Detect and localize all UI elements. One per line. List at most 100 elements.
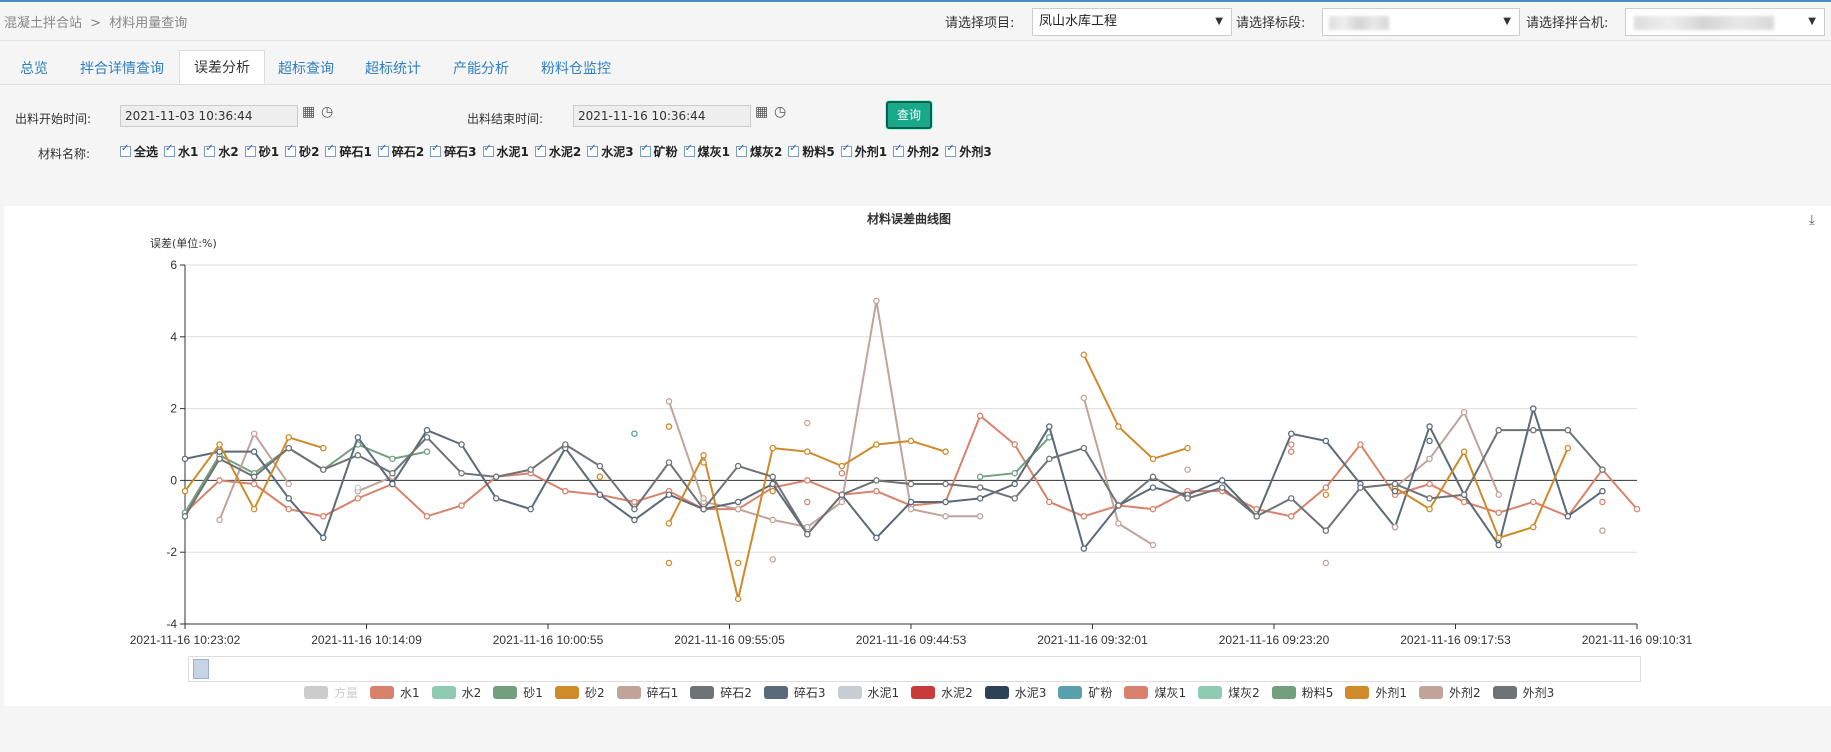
- legend-item[interactable]: 水泥2: [911, 684, 973, 701]
- data-point: [873, 297, 880, 305]
- legend-item[interactable]: 外剂1: [1345, 684, 1407, 701]
- project-select[interactable]: 凤山水库工程 ▼: [1032, 8, 1232, 36]
- material-checkbox[interactable]: 外剂1: [840, 143, 887, 160]
- legend-item[interactable]: 水泥3: [984, 684, 1046, 701]
- data-point: [838, 462, 846, 470]
- breadcrumb-root[interactable]: 混凝土拌合站: [4, 16, 82, 31]
- data-point: [1080, 444, 1088, 452]
- checkbox-checked-icon[interactable]: [945, 143, 957, 157]
- material-checkbox-label: 砂1: [258, 145, 280, 159]
- section-value-redacted: [1329, 16, 1389, 30]
- data-point: [769, 444, 776, 452]
- x-tick-label: 2021-11-16 10:14:09: [311, 633, 422, 647]
- mixer-select[interactable]: ▼: [1625, 8, 1825, 36]
- data-point: [1011, 480, 1018, 488]
- material-checkbox[interactable]: 水泥2: [534, 143, 581, 160]
- checkbox-checked-icon[interactable]: [639, 143, 651, 157]
- clock-icon[interactable]: ◷: [774, 104, 786, 120]
- checkbox-checked-icon[interactable]: [244, 143, 256, 157]
- material-checkbox[interactable]: 煤灰2: [735, 143, 782, 160]
- legend-item[interactable]: 砂2: [554, 684, 605, 701]
- data-point: [769, 473, 776, 481]
- material-checkbox[interactable]: 粉料5: [788, 143, 835, 160]
- data-point: [665, 520, 673, 527]
- calendar-icon[interactable]: ▦: [302, 104, 315, 120]
- data-point: [1115, 520, 1122, 527]
- legend-item[interactable]: 碎石2: [690, 684, 752, 701]
- checkbox-checked-icon[interactable]: [377, 143, 389, 157]
- material-checkbox[interactable]: 碎石3: [430, 143, 477, 160]
- checkbox-checked-icon[interactable]: [325, 143, 337, 157]
- data-point: [1530, 523, 1537, 531]
- legend-item[interactable]: 煤灰1: [1124, 684, 1186, 701]
- material-checkbox[interactable]: 外剂2: [893, 143, 939, 160]
- material-name-label: 材料名称:: [38, 147, 91, 161]
- data-point: [250, 473, 258, 481]
- checkbox-checked-icon[interactable]: [587, 143, 599, 157]
- legend-item[interactable]: 碎石3: [763, 684, 826, 701]
- data-point: [1184, 495, 1191, 502]
- material-checkbox[interactable]: 水2: [204, 143, 239, 160]
- data-point: [1460, 448, 1468, 455]
- checkbox-checked-icon[interactable]: [788, 143, 800, 157]
- data-point: [769, 487, 776, 495]
- legend-swatch: [690, 686, 715, 699]
- data-point: [804, 498, 811, 506]
- query-button[interactable]: 查询: [886, 101, 932, 129]
- end-time-input[interactable]: 2021-11-16 10:36:44: [573, 105, 751, 127]
- data-point: [700, 459, 707, 466]
- legend-item[interactable]: 粉料5: [1271, 684, 1333, 701]
- checkbox-checked-icon[interactable]: [285, 143, 297, 157]
- start-time-input[interactable]: 2021-11-03 10:36:44: [120, 105, 298, 127]
- checkbox-checked-icon[interactable]: [534, 143, 546, 157]
- legend-item[interactable]: 外剂2: [1419, 684, 1481, 701]
- checkbox-checked-icon[interactable]: [840, 143, 852, 157]
- tab-silo-monitor[interactable]: 粉料仓监控: [541, 58, 611, 78]
- data-point: [250, 430, 258, 437]
- checkbox-checked-icon[interactable]: [120, 143, 131, 157]
- material-checkbox[interactable]: 外剂3: [945, 143, 992, 160]
- material-checkbox[interactable]: 煤灰1: [683, 143, 730, 160]
- legend-item[interactable]: 煤灰2: [1198, 684, 1260, 701]
- material-checkbox[interactable]: 水泥1: [482, 143, 529, 160]
- material-checkbox[interactable]: 砂1: [244, 143, 280, 160]
- material-checkbox[interactable]: 水1: [164, 143, 198, 160]
- checkbox-checked-icon[interactable]: [430, 143, 442, 157]
- section-select[interactable]: ▼: [1322, 8, 1520, 36]
- legend-item[interactable]: 水1: [370, 684, 420, 701]
- material-checkbox[interactable]: 矿粉: [639, 143, 678, 160]
- material-checkbox[interactable]: 碎石1: [325, 143, 372, 160]
- calendar-icon[interactable]: ▦: [755, 104, 768, 120]
- checkbox-checked-icon[interactable]: [204, 143, 216, 157]
- data-point: [423, 513, 431, 520]
- legend-item[interactable]: 水2: [431, 684, 481, 701]
- checkbox-checked-icon[interactable]: [164, 143, 176, 157]
- legend-item[interactable]: 矿粉: [1058, 684, 1112, 701]
- legend-item[interactable]: 水泥1: [837, 684, 899, 701]
- material-checkbox[interactable]: 砂2: [285, 143, 319, 160]
- tab-error-analysis[interactable]: 误差分析: [179, 50, 265, 84]
- checkbox-checked-icon[interactable]: [482, 143, 494, 157]
- data-point: [492, 495, 500, 502]
- material-checkbox[interactable]: 碎石2: [377, 143, 424, 160]
- legend-item[interactable]: 外剂3: [1492, 684, 1554, 701]
- data-point: [1288, 513, 1295, 520]
- checkbox-checked-icon[interactable]: [893, 143, 905, 157]
- material-checkbox[interactable]: 水泥3: [587, 143, 634, 160]
- tab-capacity-analysis[interactable]: 产能分析: [453, 58, 509, 78]
- legend-item[interactable]: 方量: [304, 684, 358, 701]
- checkbox-checked-icon[interactable]: [683, 143, 695, 157]
- tab-mix-detail[interactable]: 拌合详情查询: [80, 58, 164, 78]
- legend-item[interactable]: 碎石1: [616, 684, 678, 701]
- tab-overview[interactable]: 总览: [20, 58, 48, 78]
- x-tick-label: 2021-11-16 09:10:31: [1582, 633, 1693, 647]
- legend-item[interactable]: 砂1: [493, 684, 543, 701]
- data-zoom-slider[interactable]: [188, 656, 1641, 682]
- zoom-handle[interactable]: [193, 659, 209, 679]
- material-checkbox[interactable]: 全选: [120, 143, 158, 160]
- data-point: [1011, 441, 1018, 448]
- tab-over-limit-stats[interactable]: 超标统计: [365, 58, 421, 78]
- checkbox-checked-icon[interactable]: [735, 143, 747, 157]
- clock-icon[interactable]: ◷: [321, 104, 333, 120]
- tab-over-limit-query[interactable]: 超标查询: [278, 58, 334, 78]
